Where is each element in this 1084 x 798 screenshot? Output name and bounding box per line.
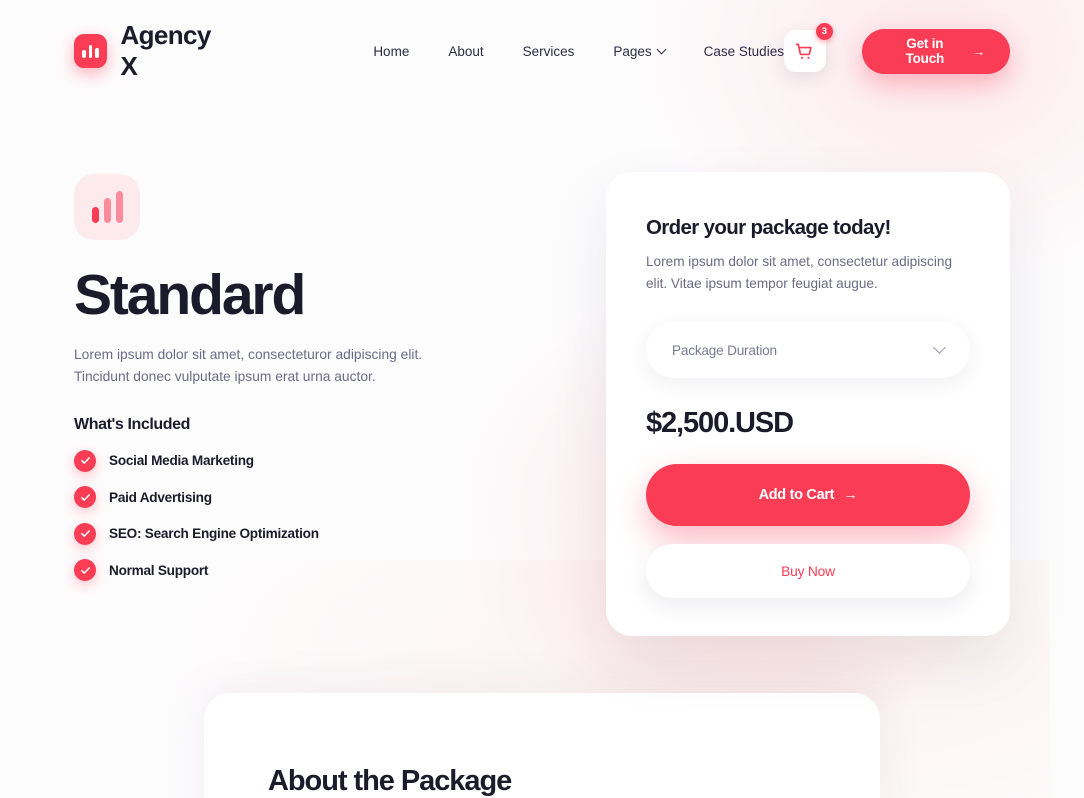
order-card-description: Lorem ipsum dolor sit amet, consectetur …	[646, 254, 952, 291]
page-title: Standard	[74, 263, 306, 327]
package-details: Standard Lorem ipsum dolor sit amet, con…	[74, 102, 594, 596]
package-description: Lorem ipsum dolor sit amet, consecteturo…	[74, 346, 423, 384]
list-item: Normal Support	[74, 559, 594, 582]
arrow-right-icon: →	[971, 43, 986, 59]
bar-chart-icon	[74, 174, 140, 240]
order-card: Order your package today! Lorem ipsum do…	[606, 172, 1010, 636]
add-to-cart-button[interactable]: Add to Cart →	[646, 464, 970, 526]
add-to-cart-label: Add to Cart	[758, 487, 835, 503]
shopping-cart-icon	[796, 43, 813, 59]
package-price: $2,500.USD	[646, 407, 794, 439]
check-circle-icon	[74, 522, 96, 545]
nav-item-case-studies[interactable]: Case Studies	[704, 44, 784, 59]
nav-label: Pages	[613, 43, 652, 59]
main-content: Standard Lorem ipsum dolor sit amet, con…	[0, 102, 1084, 636]
chevron-down-icon	[933, 340, 946, 354]
nav-item-home[interactable]: Home	[373, 44, 409, 59]
list-item: Social Media Marketing	[74, 449, 594, 472]
included-heading: What's Included	[74, 415, 191, 433]
main-navigation: Home About Services Pages Case Studies	[373, 44, 784, 59]
nav-label: Services	[522, 43, 575, 59]
bar-chart-icon	[74, 34, 108, 68]
list-item: SEO: Search Engine Optimization	[74, 522, 594, 545]
header-actions: 3 Get in Touch →	[783, 23, 1010, 74]
feature-label: Social Media Marketing	[109, 453, 254, 469]
check-circle-icon	[74, 449, 96, 472]
brand-logo[interactable]: Agency X	[74, 20, 232, 82]
get-in-touch-button[interactable]: Get in Touch →	[861, 28, 1010, 74]
nav-label: Home	[373, 43, 410, 59]
buy-now-button[interactable]: Buy Now	[646, 544, 970, 598]
about-package-title: About the Package	[268, 765, 512, 797]
get-in-touch-label: Get in Touch	[905, 36, 945, 66]
about-package-section: About the Package	[204, 693, 880, 798]
feature-label: Normal Support	[109, 562, 209, 578]
nav-item-about[interactable]: About	[448, 44, 483, 59]
cart-count-badge: 3	[815, 23, 833, 40]
site-header: Agency X Home About Services Pages Case …	[0, 0, 1084, 102]
cart-button[interactable]: 3	[783, 23, 833, 72]
nav-label: About	[448, 43, 484, 59]
order-panel: Order your package today! Lorem ipsum do…	[606, 102, 1010, 636]
check-circle-icon	[74, 486, 96, 509]
feature-list: Social Media Marketing Paid Advertising …	[74, 449, 594, 582]
feature-label: SEO: Search Engine Optimization	[109, 526, 319, 542]
nav-item-pages[interactable]: Pages	[613, 43, 667, 59]
package-duration-select[interactable]: Package Duration	[646, 322, 970, 378]
check-circle-icon	[74, 559, 96, 582]
nav-label: Case Studies	[703, 43, 784, 59]
list-item: Paid Advertising	[74, 486, 594, 509]
arrow-right-icon: →	[843, 487, 858, 503]
order-card-title: Order your package today!	[646, 216, 891, 239]
package-duration-value: Package Duration	[672, 342, 777, 358]
chevron-down-icon	[656, 44, 667, 54]
brand-name: Agency X	[120, 20, 211, 81]
nav-item-services[interactable]: Services	[523, 44, 575, 59]
feature-label: Paid Advertising	[109, 489, 212, 505]
